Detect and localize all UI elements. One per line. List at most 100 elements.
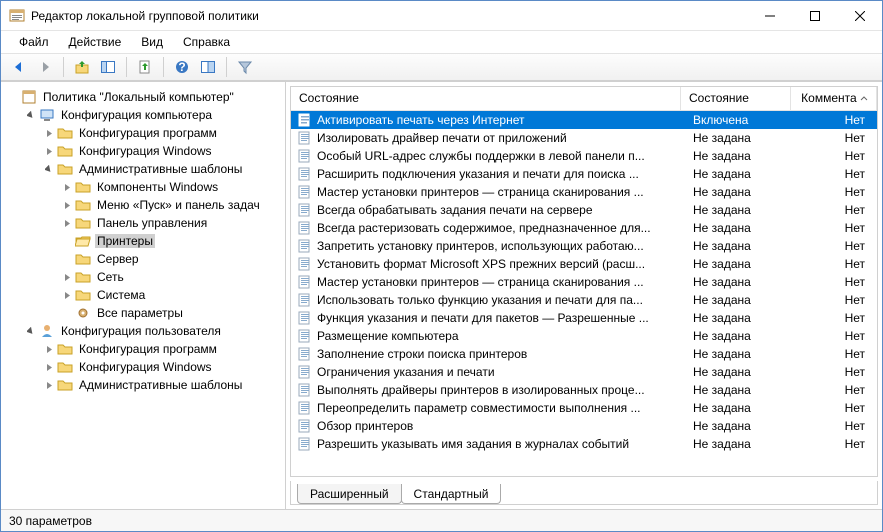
policy-state: Не задана (685, 131, 795, 145)
policy-comment: Нет (795, 113, 877, 127)
policy-row[interactable]: Выполнять драйверы принтеров в изолирова… (291, 381, 877, 399)
titlebar: Редактор локальной групповой политики (1, 1, 882, 31)
expander-icon[interactable] (43, 361, 55, 373)
policy-comment: Нет (795, 149, 877, 163)
expander-icon[interactable] (61, 199, 73, 211)
properties-button[interactable] (196, 55, 220, 79)
tree-computer-config[interactable]: Конфигурация компьютера (25, 106, 281, 124)
policy-name: Всегда обрабатывать задания печати на се… (317, 203, 685, 217)
policy-icon (297, 382, 313, 398)
menu-help[interactable]: Справка (175, 33, 238, 51)
policy-row[interactable]: Мастер установки принтеров — страница ск… (291, 273, 877, 291)
expander-icon[interactable] (61, 289, 73, 301)
tree-root[interactable]: Политика "Локальный компьютер" (7, 88, 281, 106)
view-tabs: Расширенный Стандартный (290, 481, 878, 505)
folder-icon (57, 143, 73, 159)
policy-row[interactable]: Расширить подключения указания и печати … (291, 165, 877, 183)
policy-row[interactable]: Активировать печать через ИнтернетВключе… (291, 111, 877, 129)
menu-file[interactable]: Файл (11, 33, 57, 51)
policy-state: Не задана (685, 347, 795, 361)
expander-icon[interactable] (61, 271, 73, 283)
filter-button[interactable] (233, 55, 257, 79)
policy-row[interactable]: Заполнение строки поиска принтеровНе зад… (291, 345, 877, 363)
expander-icon[interactable] (43, 145, 55, 157)
folder-icon (57, 341, 73, 357)
column-header-comment[interactable]: Коммента (791, 87, 877, 110)
show-hide-tree-button[interactable] (96, 55, 120, 79)
tree-comp-software[interactable]: Конфигурация программ (43, 124, 281, 142)
tree-user-adm[interactable]: Административные шаблоны (43, 376, 281, 394)
policy-row[interactable]: Переопределить параметр совместимости вы… (291, 399, 877, 417)
policy-row[interactable]: Разрешить указывать имя задания в журнал… (291, 435, 877, 453)
maximize-button[interactable] (792, 1, 837, 30)
policy-row[interactable]: Всегда обрабатывать задания печати на се… (291, 201, 877, 219)
policy-row[interactable]: Размещение компьютераНе заданаНет (291, 327, 877, 345)
tree-user-software[interactable]: Конфигурация программ (43, 340, 281, 358)
expander-open-icon[interactable] (25, 109, 37, 121)
expander-open-icon[interactable] (43, 163, 55, 175)
tree-comp-adm[interactable]: Административные шаблоны (43, 160, 281, 178)
policy-row[interactable]: Использовать только функцию указания и п… (291, 291, 877, 309)
app-icon (9, 8, 25, 24)
policy-row[interactable]: Ограничения указания и печатиНе заданаНе… (291, 363, 877, 381)
menu-action[interactable]: Действие (61, 33, 130, 51)
policy-list[interactable]: Активировать печать через ИнтернетВключе… (291, 111, 877, 476)
expander-icon[interactable] (7, 91, 19, 103)
tree-adm-server[interactable]: Сервер (61, 250, 281, 268)
policy-row[interactable]: Мастер установки принтеров — страница ск… (291, 183, 877, 201)
policy-comment: Нет (795, 275, 877, 289)
help-button[interactable]: ? (170, 55, 194, 79)
minimize-button[interactable] (747, 1, 792, 30)
expander-icon[interactable] (43, 379, 55, 391)
folder-icon (57, 377, 73, 393)
folder-icon (75, 251, 91, 267)
policy-row[interactable]: Запретить установку принтеров, использую… (291, 237, 877, 255)
tree-adm-all[interactable]: Все параметры (61, 304, 281, 322)
column-header-state[interactable]: Состояние (681, 87, 791, 110)
tree-adm-components[interactable]: Компоненты Windows (61, 178, 281, 196)
menu-view[interactable]: Вид (133, 33, 171, 51)
tab-extended[interactable]: Расширенный (297, 484, 402, 504)
back-button[interactable] (7, 55, 31, 79)
policy-row[interactable]: Всегда растеризовать содержимое, предназ… (291, 219, 877, 237)
policy-comment: Нет (795, 221, 877, 235)
tree-user-config[interactable]: Конфигурация пользователя (25, 322, 281, 340)
tree-adm-printers[interactable]: Принтеры (61, 232, 281, 250)
expander-icon[interactable] (61, 217, 73, 229)
tree-pane[interactable]: Политика "Локальный компьютер" Конфигура… (1, 82, 286, 509)
expander-icon[interactable] (43, 343, 55, 355)
close-button[interactable] (837, 1, 882, 30)
tree-adm-network[interactable]: Сеть (61, 268, 281, 286)
policy-comment: Нет (795, 329, 877, 343)
policy-row[interactable]: Установить формат Microsoft XPS прежних … (291, 255, 877, 273)
tree-adm-system[interactable]: Система (61, 286, 281, 304)
column-header-name[interactable]: Состояние (291, 87, 681, 110)
policy-state: Не задана (685, 203, 795, 217)
policy-name: Размещение компьютера (317, 329, 685, 343)
tree-adm-startmenu[interactable]: Меню «Пуск» и панель задач (61, 196, 281, 214)
policy-icon (297, 310, 313, 326)
policy-state: Не задана (685, 419, 795, 433)
policy-state: Не задана (685, 383, 795, 397)
policy-icon (297, 364, 313, 380)
up-button[interactable] (70, 55, 94, 79)
policy-row[interactable]: Функция указания и печати для пакетов — … (291, 309, 877, 327)
policy-state: Не задана (685, 293, 795, 307)
tree-user-windows[interactable]: Конфигурация Windows (43, 358, 281, 376)
policy-row[interactable]: Изолировать драйвер печати от приложений… (291, 129, 877, 147)
policy-comment: Нет (795, 401, 877, 415)
expander-icon[interactable] (43, 127, 55, 139)
policy-row[interactable]: Обзор принтеровНе заданаНет (291, 417, 877, 435)
tab-standard[interactable]: Стандартный (401, 484, 502, 504)
export-button[interactable] (133, 55, 157, 79)
expander-open-icon[interactable] (25, 325, 37, 337)
folder-icon (75, 215, 91, 231)
policy-name: Запретить установку принтеров, использую… (317, 239, 685, 253)
policy-icon (297, 202, 313, 218)
policy-row[interactable]: Особый URL-адрес службы поддержки в лево… (291, 147, 877, 165)
tree-comp-windows[interactable]: Конфигурация Windows (43, 142, 281, 160)
expander-icon[interactable] (61, 181, 73, 193)
tree-adm-control[interactable]: Панель управления (61, 214, 281, 232)
forward-button[interactable] (33, 55, 57, 79)
window-title: Редактор локальной групповой политики (31, 9, 747, 23)
